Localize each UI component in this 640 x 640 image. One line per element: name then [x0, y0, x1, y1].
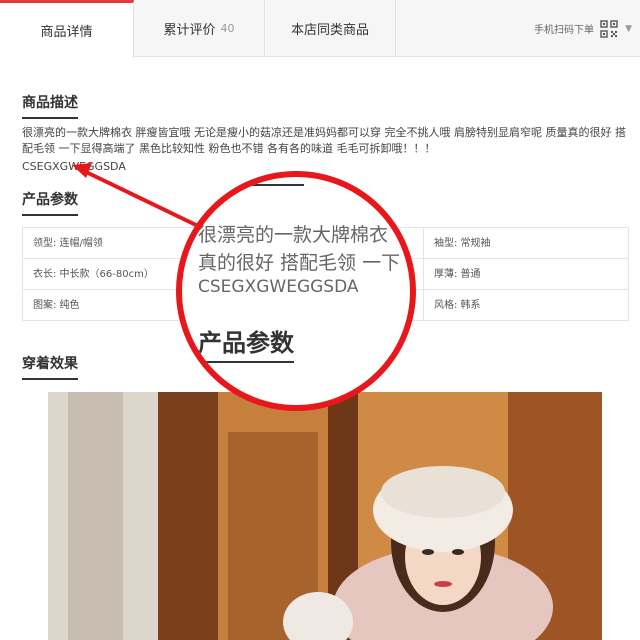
tab-similar-products[interactable]: 本店同类商品	[265, 0, 396, 57]
magnified-underline	[234, 184, 304, 186]
tab-label: 本店同类商品	[290, 23, 369, 38]
magnified-description-line2: 真的很好 搭配毛领 一下	[198, 252, 401, 274]
param-sleeve: 袖型: 常规袖	[423, 228, 628, 259]
magnified-description-line1: 很漂亮的一款大牌棉衣	[198, 224, 389, 246]
section-title-wearing: 穿着效果	[22, 353, 78, 380]
magnified-params-title: 产品参数	[198, 323, 294, 363]
magnifier-callout: 很漂亮的一款大牌棉衣 真的很好 搭配毛领 一下 CSEGXGWEGGSDA 产品…	[176, 171, 416, 411]
qr-code-icon[interactable]	[600, 20, 618, 38]
magnified-product-code: CSEGXGWEGGSDA	[198, 277, 359, 297]
param-style: 风格: 韩系	[423, 290, 628, 321]
tab-label: 商品详情	[40, 25, 93, 40]
product-code: CSEGXGWEGGSDA	[22, 160, 126, 173]
tab-product-details[interactable]: 商品详情	[0, 0, 134, 58]
description-text: 很漂亮的一款大牌棉衣 胖瘦皆宜哦 无论是瘦小的菇凉还是准妈妈都可以穿 完全不挑人…	[22, 126, 626, 155]
chevron-down-icon[interactable]: ▼	[625, 24, 632, 34]
tab-reviews[interactable]: 累计评价 40	[134, 0, 265, 57]
param-thickness: 厚薄: 普通	[423, 259, 628, 290]
section-title-params: 产品参数	[22, 189, 78, 216]
product-photo	[48, 392, 602, 640]
tab-bar: 商品详情 累计评价 40 本店同类商品 手机扫码下单 ▼	[0, 0, 640, 58]
qr-order-label[interactable]: 手机扫码下单	[534, 21, 594, 36]
review-count: 40	[220, 22, 235, 35]
section-title-description: 商品描述	[22, 92, 78, 119]
tab-label: 累计评价	[163, 23, 216, 38]
